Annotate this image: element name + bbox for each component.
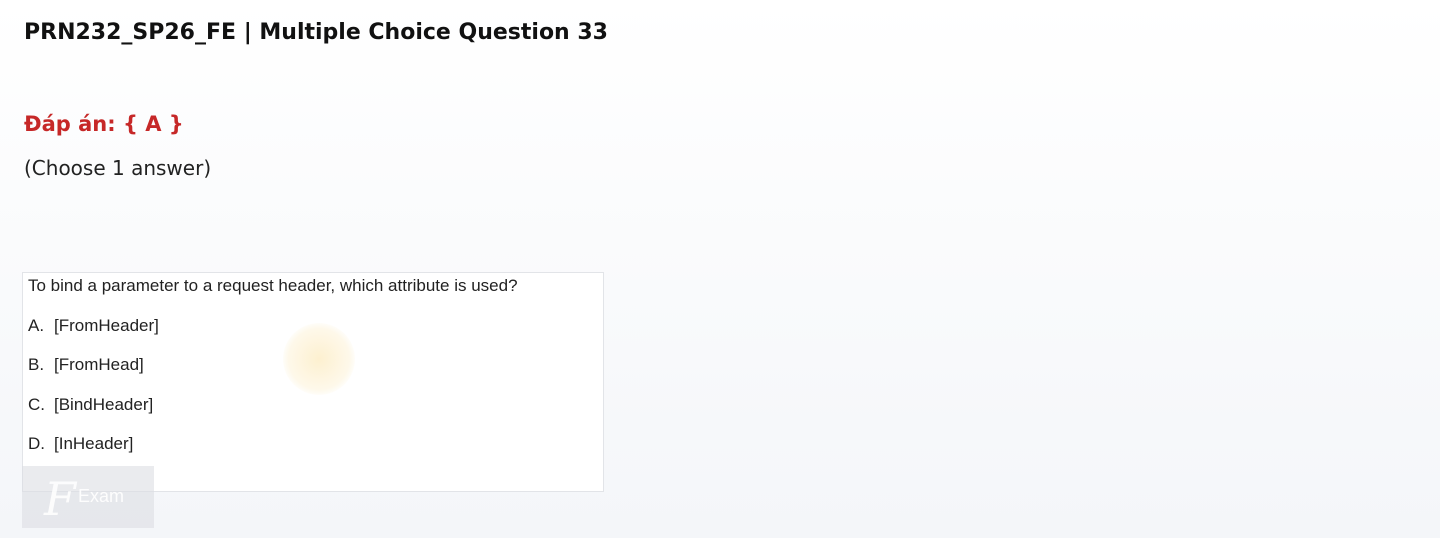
question-image: To bind a parameter to a request header,… xyxy=(22,272,604,492)
option-b: B. [FromHead] xyxy=(28,355,144,375)
watermark-glyph: F xyxy=(44,472,76,526)
option-text: [FromHeader] xyxy=(54,316,159,335)
answer-key: Đáp án: { A } xyxy=(24,112,184,136)
watermark-text: Exam xyxy=(78,486,125,506)
option-a: A. [FromHeader] xyxy=(28,316,159,336)
option-d: D. [InHeader] xyxy=(28,434,133,454)
question-text: To bind a parameter to a request header,… xyxy=(28,276,518,295)
watermark-logo: F Exam xyxy=(22,466,154,528)
option-c: C. [BindHeader] xyxy=(28,395,153,415)
option-letter: B. xyxy=(28,355,45,374)
option-text: [InHeader] xyxy=(54,434,134,453)
option-letter: A. xyxy=(28,316,45,335)
instruction-text: (Choose 1 answer) xyxy=(24,156,212,180)
option-letter: C. xyxy=(28,395,45,414)
stamp-mark xyxy=(283,323,355,395)
option-text: [FromHead] xyxy=(54,355,144,374)
option-text: [BindHeader] xyxy=(54,395,154,414)
page-title: PRN232_SP26_FE | Multiple Choice Questio… xyxy=(24,20,608,45)
option-letter: D. xyxy=(28,434,45,453)
